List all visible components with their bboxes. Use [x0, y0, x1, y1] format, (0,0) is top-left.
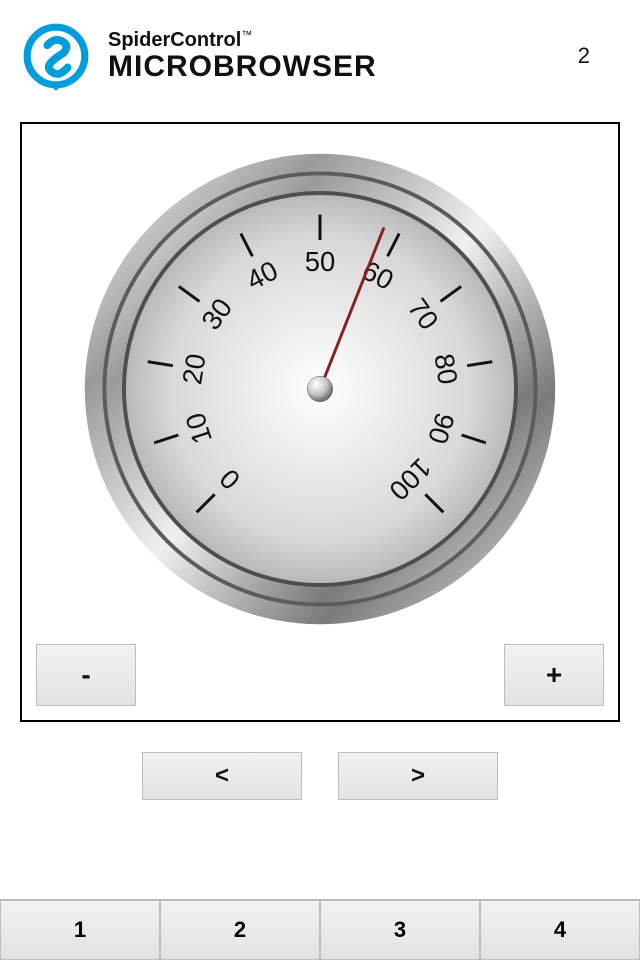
- nav-row: < >: [0, 752, 640, 800]
- brand-product: MICROBROWSER: [108, 51, 578, 83]
- svg-text:80: 80: [428, 352, 463, 387]
- gauge-panel: 0102030405060708090100 - +: [20, 122, 620, 722]
- tab-3[interactable]: 3: [320, 900, 480, 960]
- app-header: SpiderControl™ MICROBROWSER 2: [0, 0, 640, 102]
- svg-text:20: 20: [176, 352, 211, 387]
- page-number: 2: [578, 43, 610, 69]
- spider-logo-icon: [20, 20, 92, 92]
- brand-block: SpiderControl™ MICROBROWSER: [108, 30, 578, 83]
- brand-name: SpiderControl: [108, 29, 241, 51]
- tm-symbol: ™: [241, 29, 252, 41]
- plus-minus-row: - +: [36, 644, 604, 706]
- prev-page-button[interactable]: <: [142, 752, 302, 800]
- bottom-tabbar: 1 2 3 4: [0, 899, 640, 960]
- plus-button[interactable]: +: [504, 644, 604, 706]
- next-page-button[interactable]: >: [338, 752, 498, 800]
- svg-text:50: 50: [305, 246, 336, 277]
- minus-button[interactable]: -: [36, 644, 136, 706]
- gauge-dial: 0102030405060708090100: [75, 144, 565, 634]
- tab-1[interactable]: 1: [0, 900, 160, 960]
- tab-4[interactable]: 4: [480, 900, 640, 960]
- tab-2[interactable]: 2: [160, 900, 320, 960]
